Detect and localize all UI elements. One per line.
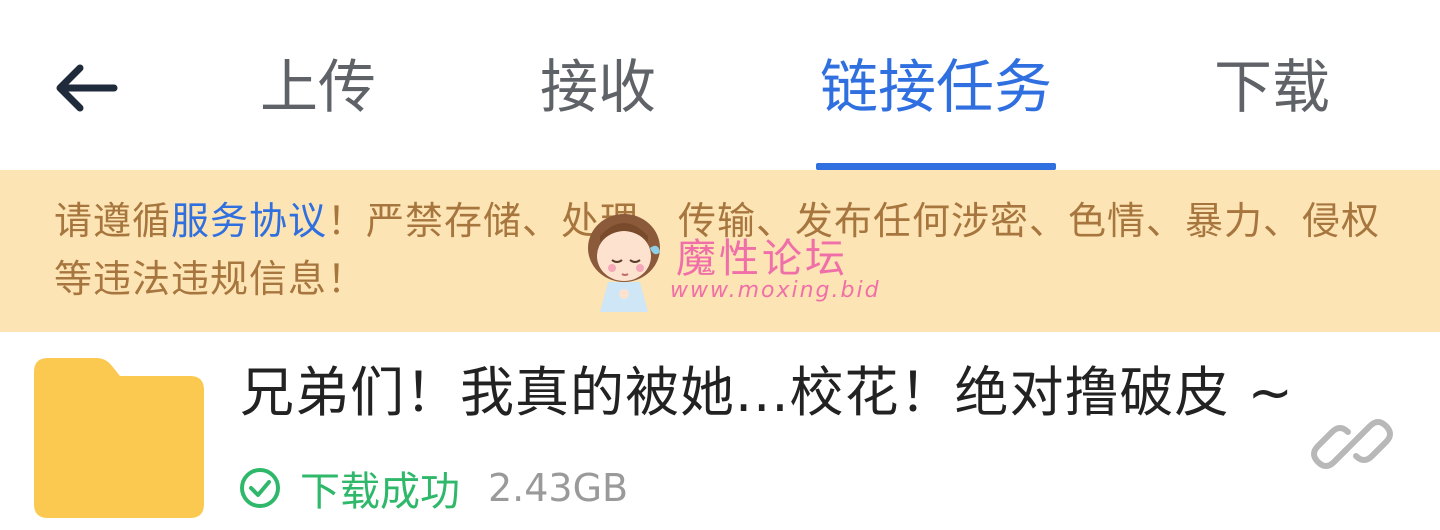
status-label: 下载成功 [300,469,460,515]
notice-banner: 请遵循服务协议！严禁存储、处理、传输、发布任何涉密、色情、暴力、侵权等违法违规信… [0,170,1440,332]
file-list-item[interactable]: 兄弟们！我真的被她...校花！绝对撸破皮 ~ 下载成功 2.43GB [0,332,1440,530]
header-tab-bar: 上传 接收 链接任务 下载 [0,0,1440,170]
copy-link-button[interactable] [1306,398,1398,490]
notice-text: 请遵循服务协议！严禁存储、处理、传输、发布任何涉密、色情、暴力、侵权等违法违规信… [54,192,1414,308]
active-tab-indicator [816,163,1056,170]
check-circle-icon [240,468,280,508]
notice-prefix: 请遵循 [54,199,172,243]
link-icon [1311,419,1393,469]
file-size: 2.43GB [488,466,629,510]
tab-upload[interactable]: 上传 [260,52,376,122]
service-agreement-link[interactable]: 服务协议 [171,199,327,243]
tab-link-tasks[interactable]: 链接任务 [820,52,1052,122]
link-tasks-screen: 上传 接收 链接任务 下载 请遵循服务协议！严禁存储、处理、传输、发布任何涉密、… [0,0,1440,530]
file-name: 兄弟们！我真的被她...校花！绝对撸破皮 ~ [240,361,1294,424]
arrow-left-icon [56,64,118,112]
folder-icon [34,358,204,518]
back-button[interactable] [40,48,130,128]
download-status: 下载成功 2.43GB [238,460,628,516]
tab-receive[interactable]: 接收 [540,52,656,122]
tab-download[interactable]: 下载 [1214,52,1330,122]
